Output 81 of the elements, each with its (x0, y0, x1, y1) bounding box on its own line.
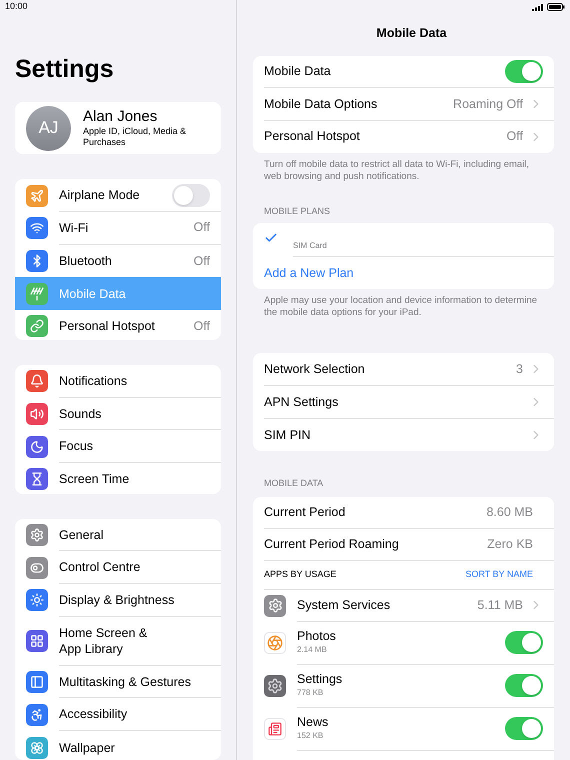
row-value: Off (506, 128, 523, 146)
avatar: AJ (26, 106, 71, 151)
app-data-size: 2.14 MB (297, 644, 328, 656)
item-label: Wallpaper (59, 740, 116, 756)
item-label: Focus (59, 438, 94, 454)
footer-note: Apple may use your location and device information to determine the mobile data options for your iPad. (263, 295, 538, 320)
item-label: Home Screen & App Library (59, 624, 148, 657)
sidebar-item[interactable]: Airplane Mode (15, 179, 221, 212)
item-label: Display & Brightness (59, 592, 176, 608)
plan-name: SIM Card (293, 240, 327, 252)
app-name: System Services (297, 598, 392, 613)
sidebar-item[interactable]: Home Screen & App Library (15, 616, 221, 666)
app-name: News (297, 715, 330, 730)
item-label: Personal Hotspot (59, 318, 156, 334)
app-data-toggle[interactable] (505, 674, 543, 698)
sort-link[interactable]: SORT BY NAME (465, 568, 533, 582)
add-plan-link[interactable]: Add a New Plan (264, 264, 354, 283)
newspaper-icon (264, 718, 286, 740)
row-value: Roaming Off (453, 96, 523, 113)
item-value: Off (194, 219, 210, 236)
row-label: Current Period (264, 504, 346, 522)
item-label: Accessibility (59, 706, 128, 722)
sidebar-item[interactable]: Screen Time (15, 463, 221, 494)
row-label: Current Period Roaming (264, 536, 400, 554)
app-name: Settings (297, 672, 344, 688)
footer-note: Turn off mobile data to restrict all data to Wi-Fi, including email, web browsing and push notifications. (263, 158, 530, 183)
sidebar-item[interactable]: Bluetooth Off (15, 244, 221, 278)
row-value: Zero KB (487, 536, 533, 554)
gear-icon (264, 594, 286, 617)
status-time: 10:00 (5, 0, 28, 14)
item-label: Sounds (59, 406, 102, 422)
item-value: Off (194, 252, 210, 270)
sidebar-item[interactable]: Sounds (15, 398, 221, 430)
sidebar-item[interactable]: Accessibility (15, 698, 221, 732)
item-label: Screen Time (59, 471, 130, 488)
item-value: Off (194, 318, 210, 335)
sidebar-item[interactable]: Wallpaper (15, 731, 221, 760)
item-label: Bluetooth (59, 252, 113, 269)
app-data-size: 778 KB (297, 687, 324, 700)
profile-card[interactable]: AJ Alan Jones Apple ID, iCloud, Media & Purchases (15, 102, 221, 154)
row-value: 8.60 MB (486, 504, 533, 522)
plan-row[interactable]: SIM Card (253, 223, 554, 258)
gear-icon (264, 675, 286, 698)
profile-name: Alan Jones (83, 108, 158, 126)
mobile-data-toggle[interactable] (505, 60, 543, 84)
app-data-toggle[interactable] (505, 717, 543, 740)
section-header: MOBILE DATA (263, 477, 324, 490)
item-label: Notifications (59, 372, 128, 389)
row-label: Mobile Data (264, 63, 332, 80)
profile-subtitle: Apple ID, iCloud, Media & Purchases (83, 126, 188, 148)
sidebar-item[interactable]: Multitasking & Gestures (15, 666, 221, 698)
signal-icon (532, 4, 544, 10)
app-data-toggle[interactable] (505, 631, 543, 654)
row-label: Personal Hotspot (264, 128, 361, 146)
row-label: Mobile Data Options (264, 96, 378, 113)
sidebar-item[interactable]: Control Centre (15, 551, 221, 584)
row-label: SIM PIN (264, 426, 312, 444)
sidebar-item[interactable]: General (15, 518, 221, 552)
battery-icon (547, 3, 565, 11)
row-label: Network Selection (264, 360, 366, 378)
item-label: Airplane Mode (59, 187, 141, 204)
app-name: Photos (297, 629, 337, 644)
detail-title: Mobile Data (375, 25, 448, 42)
row-value: 5.11 MB (477, 597, 523, 614)
sidebar-item[interactable]: Personal Hotspot Off (15, 310, 221, 340)
item-label: Control Centre (59, 559, 142, 576)
item-label: General (59, 526, 104, 543)
row-label: APN Settings (264, 394, 340, 411)
airplane-toggle[interactable] (172, 184, 210, 207)
row-value: 3 (516, 360, 523, 378)
sidebar-item[interactable]: Focus (15, 430, 221, 464)
sidebar-title: Settings (15, 54, 115, 85)
item-label: Wi-Fi (59, 220, 90, 236)
sidebar-item[interactable]: Notifications (15, 365, 221, 398)
item-label: Mobile Data (59, 286, 127, 302)
section-header: MOBILE PLANS (263, 204, 332, 218)
app-data-size: 152 KB (297, 730, 324, 742)
sidebar-item[interactable]: Wi-Fi Off (15, 212, 221, 245)
item-label: Multitasking & Gestures (59, 674, 192, 690)
sidebar-item[interactable]: Display & Brightness (15, 584, 221, 617)
apps-header: APPS BY USAGE (264, 568, 338, 582)
